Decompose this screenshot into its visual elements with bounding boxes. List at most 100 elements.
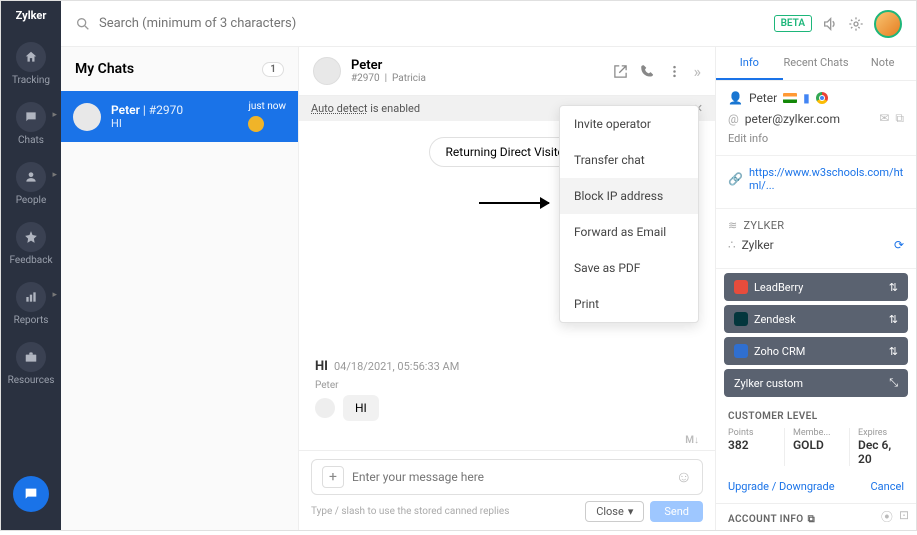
tab-note[interactable]: Note <box>849 47 916 80</box>
chevron-down-icon: ▾ <box>628 505 634 518</box>
menu-block-ip[interactable]: Block IP address <box>560 178 698 214</box>
message-avatar-icon <box>315 398 335 418</box>
footer-icons: ⦿ ⊡ <box>881 508 909 525</box>
logo: Zylker <box>16 9 47 22</box>
copy-icon[interactable]: ⧉ <box>895 111 904 126</box>
page-url-link[interactable]: https://www.w3schools.com/html/... <box>749 166 904 192</box>
tab-recent-chats[interactable]: Recent Chats <box>783 47 850 80</box>
search-input[interactable] <box>99 16 399 31</box>
integration-zohocrm[interactable]: Zoho CRM⇅ <box>724 337 908 365</box>
chat-count-badge: 1 <box>262 62 284 77</box>
updown-icon: ⇅ <box>889 313 898 326</box>
bar-chart-icon <box>16 282 46 312</box>
updown-icon: ⇅ <box>889 281 898 294</box>
top-bar: BETA <box>61 1 916 47</box>
flag-india-icon <box>783 93 797 103</box>
menu-save-pdf[interactable]: Save as PDF <box>560 250 698 286</box>
menu-print[interactable]: Print <box>560 286 698 322</box>
chrome-icon <box>816 92 828 104</box>
tab-info[interactable]: Info <box>716 47 783 80</box>
more-menu: Invite operator Transfer chat Block IP a… <box>559 105 699 323</box>
chat-header: Peter #2970 | Patricia » <box>299 47 715 96</box>
upgrade-link[interactable]: Upgrade / Downgrade <box>728 480 835 493</box>
send-button[interactable]: Send <box>650 501 703 522</box>
expires-value: Dec 6, 20 <box>858 438 904 466</box>
nav-resources[interactable]: Resources <box>1 342 61 386</box>
user-avatar[interactable] <box>874 10 902 38</box>
nav-tracking[interactable]: Tracking <box>1 42 61 86</box>
people-icon[interactable]: ⦿ <box>881 508 893 525</box>
status-dot-icon <box>248 116 264 132</box>
expand-icon[interactable]: » <box>694 62 702 81</box>
menu-transfer-chat[interactable]: Transfer chat <box>560 142 698 178</box>
chat-icon <box>16 102 46 132</box>
nav-chats[interactable]: Chats <box>1 102 61 146</box>
new-chat-fab[interactable] <box>13 476 49 512</box>
info-tabs: Info Recent Chats Note <box>716 47 916 81</box>
integration-zylker[interactable]: Zylker custom⤡ <box>724 369 908 397</box>
integrations-list: LeadBerry⇅ Zendesk⇅ Zoho CRM⇅ Zylker cus… <box>716 269 916 401</box>
chat-column: Peter #2970 | Patricia » Auto detect is … <box>299 47 716 530</box>
chat-bubble-icon <box>23 486 39 502</box>
info-name: Peter <box>749 91 777 105</box>
chat-header-name: Peter <box>351 58 426 73</box>
compose-hint: Type / slash to use the stored canned re… <box>311 506 509 517</box>
person-icon: 👤 <box>728 91 743 105</box>
org-name: Zylker <box>742 238 774 252</box>
cancel-link[interactable]: Cancel <box>871 480 904 493</box>
left-nav: Zylker Tracking Chats People Feedback Re… <box>1 1 61 530</box>
org-label: ZYLKER <box>744 219 785 232</box>
chat-list-item[interactable]: Peter | #2970 HI just now <box>61 91 298 142</box>
mail-icon[interactable]: ✉ <box>879 111 889 126</box>
points-value: 382 <box>728 438 774 452</box>
menu-forward-email[interactable]: Forward as Email <box>560 214 698 250</box>
chat-small-icon[interactable]: ⊡ <box>899 508 909 525</box>
org-dot-icon: ∴ <box>728 238 736 252</box>
share-icon[interactable] <box>613 64 628 79</box>
more-icon[interactable] <box>667 64 682 79</box>
markdown-icon: M↓ <box>685 435 699 446</box>
chat-time: just now <box>248 101 286 112</box>
refresh-icon[interactable]: ⟳ <box>894 238 904 252</box>
member-value: GOLD <box>793 438 839 452</box>
menu-invite-operator[interactable]: Invite operator <box>560 106 698 142</box>
message-author: Peter <box>315 380 699 391</box>
building-icon: ≋ <box>728 219 738 232</box>
briefcase-icon <box>16 342 46 372</box>
nav-reports[interactable]: Reports <box>1 282 61 326</box>
os-icon: ▮ <box>803 91 810 105</box>
customer-level-heading: CUSTOMER LEVEL <box>716 401 916 428</box>
home-icon <box>16 42 46 72</box>
message-bubble: HI <box>343 395 379 421</box>
gear-icon[interactable] <box>848 16 864 32</box>
link-icon: 🔗 <box>728 172 743 186</box>
external-link-icon: ⧉ <box>808 514 816 525</box>
composer: + ☺ Type / slash to use the stored canne… <box>299 450 715 530</box>
phone-icon[interactable] <box>640 64 655 79</box>
attach-button[interactable]: + <box>322 466 344 488</box>
collapse-icon: ⤡ <box>889 376 898 390</box>
emoji-icon[interactable]: ☺ <box>676 467 692 487</box>
sound-icon[interactable] <box>822 16 838 32</box>
visitor-avatar <box>73 103 101 131</box>
message-input[interactable] <box>352 470 668 484</box>
info-panel: Info Recent Chats Note 👤 Peter ▮ @ peter… <box>716 47 916 530</box>
star-icon <box>16 222 46 252</box>
my-chats-title: My Chats <box>75 61 134 77</box>
pointer-arrow-icon <box>479 202 549 204</box>
info-email: peter@zylker.com <box>745 112 840 126</box>
person-icon <box>16 162 46 192</box>
nav-people[interactable]: People <box>1 162 61 206</box>
integration-zendesk[interactable]: Zendesk⇅ <box>724 305 908 333</box>
message-timestamp: HI04/18/2021, 05:56:33 AM <box>315 359 699 374</box>
edit-info-link[interactable]: Edit info <box>728 132 904 145</box>
my-chats-panel: My Chats 1 Peter | #2970 HI just now <box>61 47 299 530</box>
chat-header-avatar <box>313 57 341 85</box>
updown-icon: ⇅ <box>889 345 898 358</box>
integration-leadberry[interactable]: LeadBerry⇅ <box>724 273 908 301</box>
search-icon <box>75 16 91 32</box>
beta-badge: BETA <box>774 15 812 32</box>
close-chat-button[interactable]: Close ▾ <box>585 501 644 522</box>
nav-feedback[interactable]: Feedback <box>1 222 61 266</box>
at-icon: @ <box>728 112 739 126</box>
